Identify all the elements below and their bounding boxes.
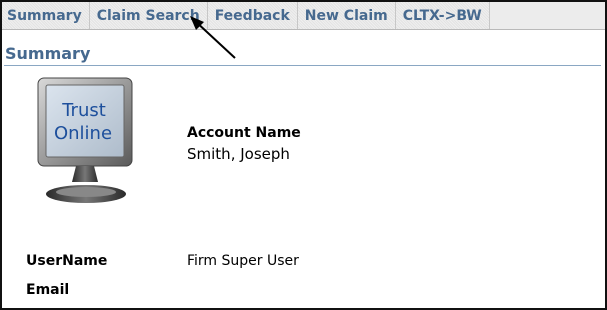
- account-name-value: Smith, Joseph: [187, 145, 290, 163]
- logo-word-trust: Trust: [61, 100, 106, 121]
- email-label: Email: [26, 282, 70, 298]
- tab-cltx-bw[interactable]: CLTX->BW: [395, 2, 490, 29]
- tab-bar: Summary Claim Search Feedback New Claim …: [2, 2, 605, 30]
- tab-new-claim[interactable]: New Claim: [297, 2, 396, 29]
- title-divider: [4, 65, 601, 66]
- monitor-logo-icon: Trust Online: [37, 77, 133, 203]
- logo-word-online: Online: [54, 123, 112, 144]
- page-title: Summary: [5, 44, 91, 63]
- pointer-arrow-icon: [190, 16, 236, 59]
- tab-summary[interactable]: Summary: [2, 2, 90, 29]
- account-name-label: Account Name: [187, 125, 301, 141]
- summary-window: Summary Claim Search Feedback New Claim …: [0, 0, 607, 310]
- username-value: Firm Super User: [187, 253, 299, 269]
- username-label: UserName: [26, 253, 108, 269]
